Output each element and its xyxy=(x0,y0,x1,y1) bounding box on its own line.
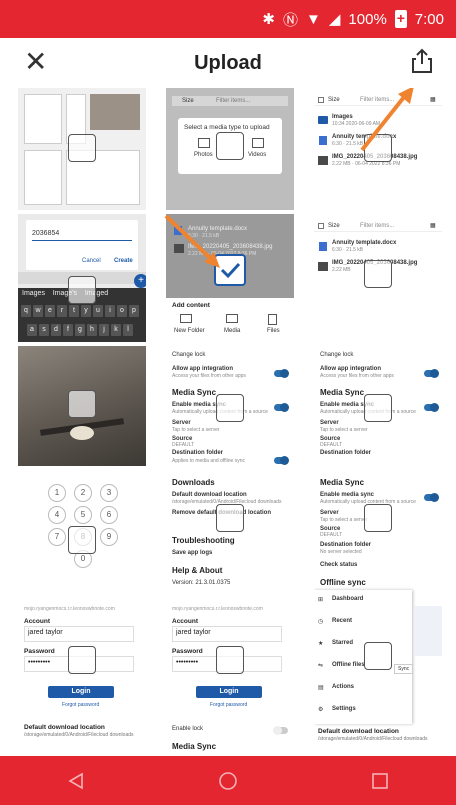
status-bar: ✱ Ⓝ ▼ ◢ 100% 7:00 xyxy=(0,0,456,38)
upload-icon[interactable] xyxy=(410,48,434,79)
nfc-icon: Ⓝ xyxy=(283,11,299,29)
page-title: Upload xyxy=(194,51,262,74)
clock: 7:00 xyxy=(414,10,444,28)
system-nav-bar xyxy=(0,756,456,805)
wifi-icon: ▼ xyxy=(306,10,321,28)
battery-icon xyxy=(394,10,407,28)
back-triangle-icon[interactable] xyxy=(46,761,106,801)
bluetooth-icon: ✱ xyxy=(262,11,275,28)
app-bar: ✕ Upload xyxy=(0,38,456,88)
arrow-to-upload-icon xyxy=(360,88,414,152)
home-circle-icon[interactable] xyxy=(198,761,258,801)
arrow-to-selected-checkbox xyxy=(164,214,220,268)
annotation-arrows xyxy=(164,88,414,268)
recents-square-icon[interactable] xyxy=(350,761,410,801)
close-icon[interactable]: ✕ xyxy=(24,48,47,76)
battery-percent: 100% xyxy=(348,10,387,28)
media-grid: 2036854 Cancel Create + Images Image's I… xyxy=(0,88,456,756)
signal-icon: ◢ xyxy=(328,11,341,28)
